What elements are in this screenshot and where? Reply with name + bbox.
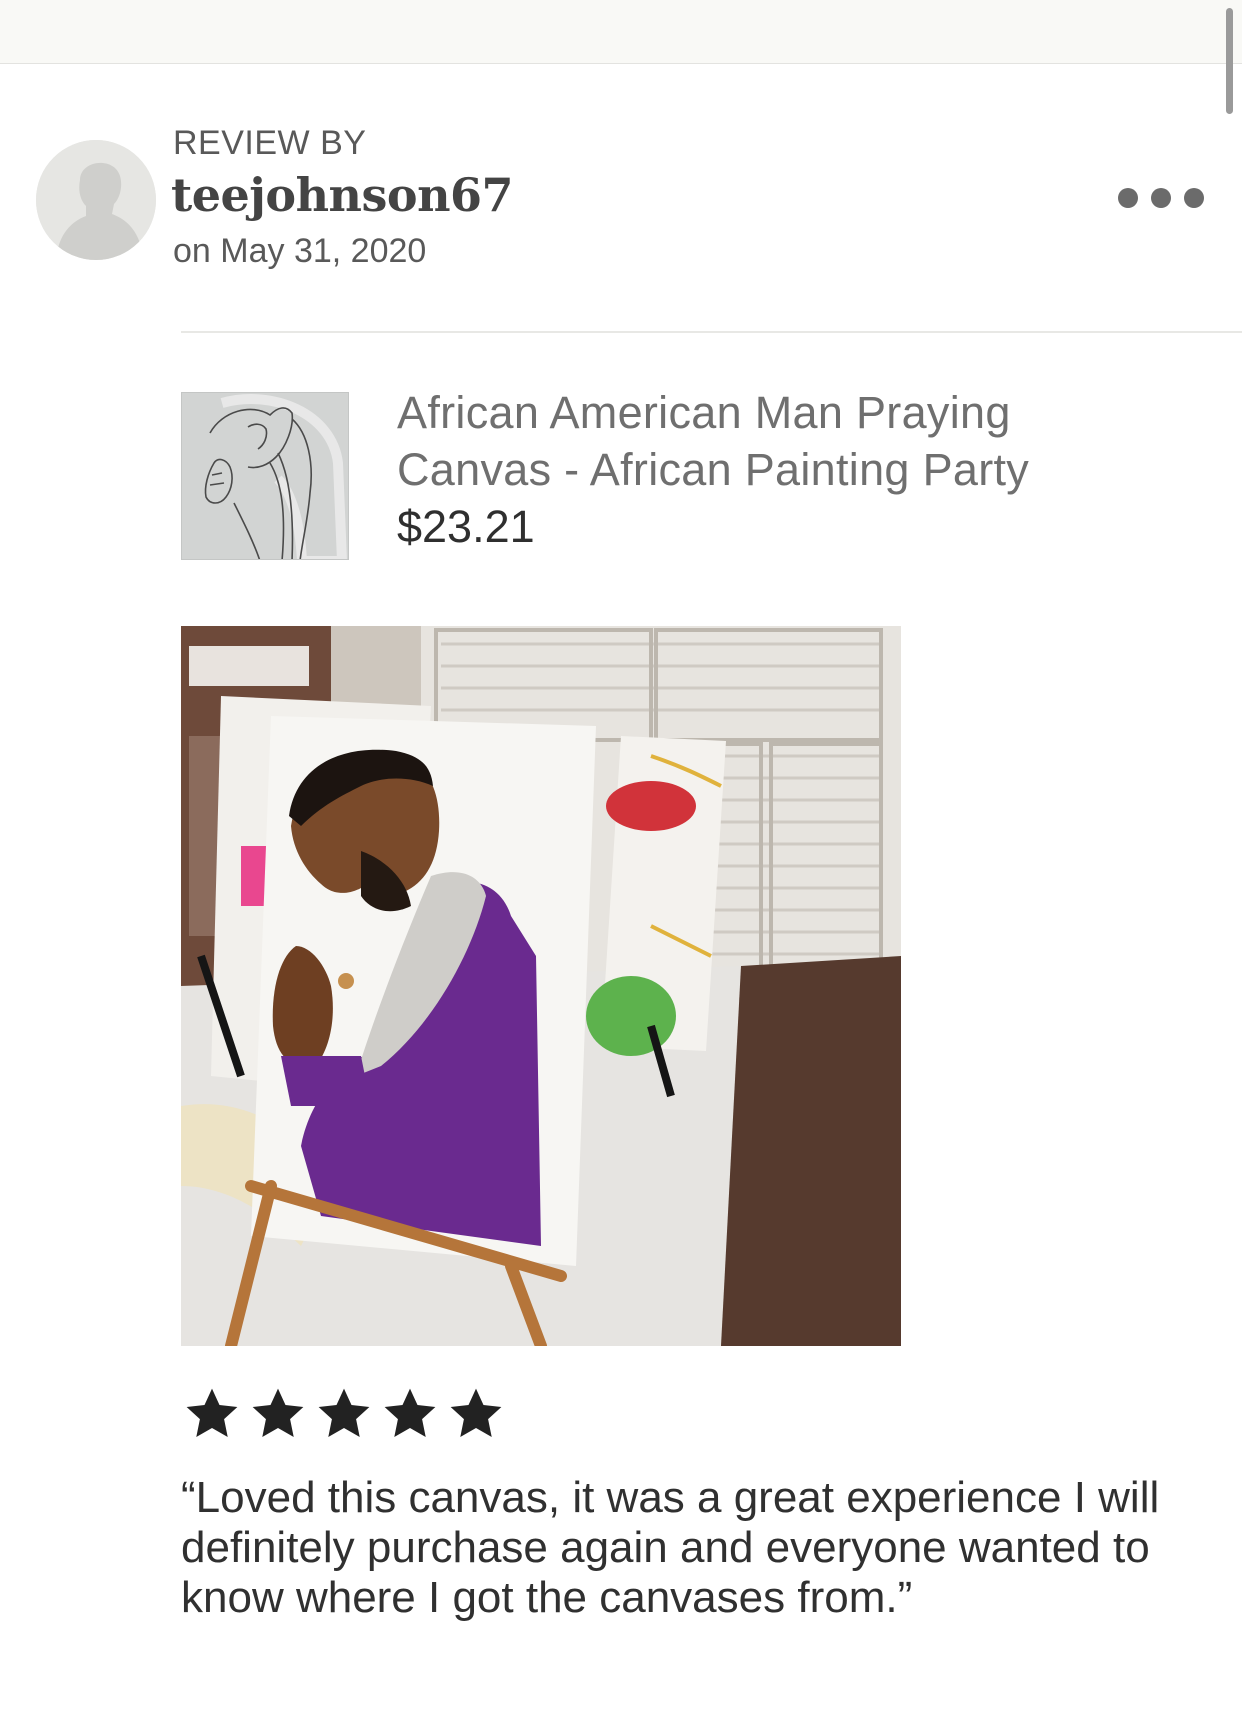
more-options-button[interactable] [1118,178,1204,218]
filled-star-icon [318,1388,370,1437]
more-dot-icon [1151,188,1171,208]
filled-star-icon [450,1388,502,1437]
scrollbar-thumb[interactable] [1226,8,1233,114]
filled-star-icon [384,1388,436,1437]
review-photo[interactable] [181,626,901,1346]
review-body-text: “Loved this canvas, it was a great exper… [181,1473,1160,1622]
filled-star-icon [186,1388,238,1437]
app-top-bar [0,0,1242,64]
review-date: on May 31, 2020 [173,232,427,270]
product-thumbnail[interactable] [181,392,349,560]
filled-star-icon [252,1388,304,1437]
more-dot-icon [1118,188,1138,208]
more-dot-icon [1184,188,1204,208]
product-price: $23.21 [397,501,535,552]
reviewer-username[interactable]: teejohnson67 [171,168,514,222]
user-silhouette-icon [36,140,156,260]
product-thumbnail-image [182,393,348,559]
product-title-link[interactable]: African American Man Praying Canvas - Af… [397,384,1097,498]
review-photo-image [181,626,901,1346]
star-rating [181,1385,507,1445]
section-divider [181,331,1242,333]
review-by-label: REVIEW BY [173,124,367,162]
user-avatar[interactable] [36,140,156,260]
